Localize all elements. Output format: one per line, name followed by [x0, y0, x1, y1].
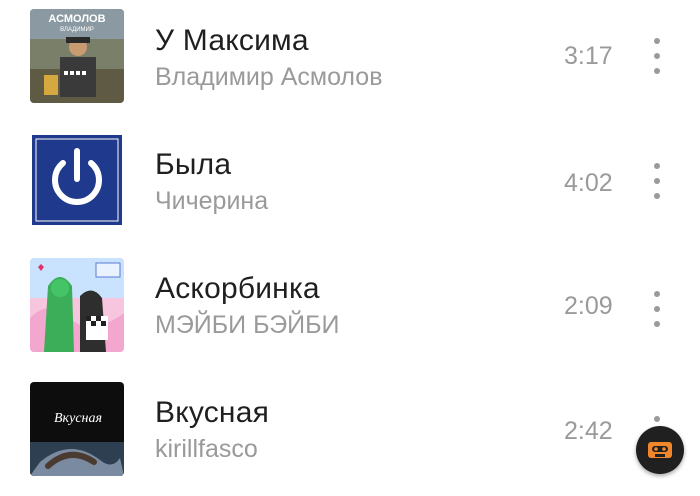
album-cover-art [30, 258, 124, 352]
album-cover-art: АСМОЛОВ ВЛАДИМИР [30, 9, 124, 103]
more-options-icon[interactable] [647, 291, 667, 327]
track-artist: Владимир Асмолов [155, 63, 383, 91]
track-artist: Чичерина [155, 187, 269, 215]
cassette-button[interactable] [636, 426, 684, 474]
track-title: Вкусная [155, 396, 270, 429]
album-cover-asmolov[interactable]: АСМОЛОВ ВЛАДИМИР [30, 9, 124, 103]
more-options-icon[interactable] [647, 163, 667, 199]
track-duration: 4:02 [564, 169, 613, 197]
track-artist: kirillfasco [155, 435, 258, 463]
cover-text-sub: ВЛАДИМИР [60, 27, 94, 33]
track-artist: МЭЙБИ БЭЙБИ [155, 311, 340, 339]
track-title: Была [155, 148, 232, 181]
cover-text-top: АСМОЛОВ [48, 13, 105, 25]
track-row[interactable]: Аскорбинка МЭЙБИ БЭЙБИ 2:09 [0, 248, 700, 372]
track-list: АСМОЛОВ ВЛАДИМИР У Максима Владимир Асмо… [0, 0, 700, 486]
album-cover-art: Вкусная [30, 382, 124, 476]
track-title: Аскорбинка [155, 272, 320, 305]
track-duration: 2:42 [564, 417, 613, 445]
track-duration: 3:17 [564, 42, 613, 70]
album-cover-vkusnaya[interactable]: Вкусная [30, 382, 124, 476]
power-icon-cover[interactable] [30, 133, 124, 227]
cassette-icon [648, 442, 672, 458]
track-row[interactable]: АСМОЛОВ ВЛАДИМИР У Максима Владимир Асмо… [0, 0, 700, 124]
track-duration: 2:09 [564, 292, 613, 320]
track-row[interactable]: Была Чичерина 4:02 [0, 124, 700, 248]
cover-title-text: Вкусная [54, 411, 102, 426]
track-title: У Максима [155, 24, 309, 57]
album-cover-illustration[interactable] [30, 258, 124, 352]
more-options-icon[interactable] [647, 38, 667, 74]
power-icon [30, 133, 124, 227]
track-row[interactable]: Вкусная Вкусная kirillfasco 2:42 [0, 372, 700, 496]
